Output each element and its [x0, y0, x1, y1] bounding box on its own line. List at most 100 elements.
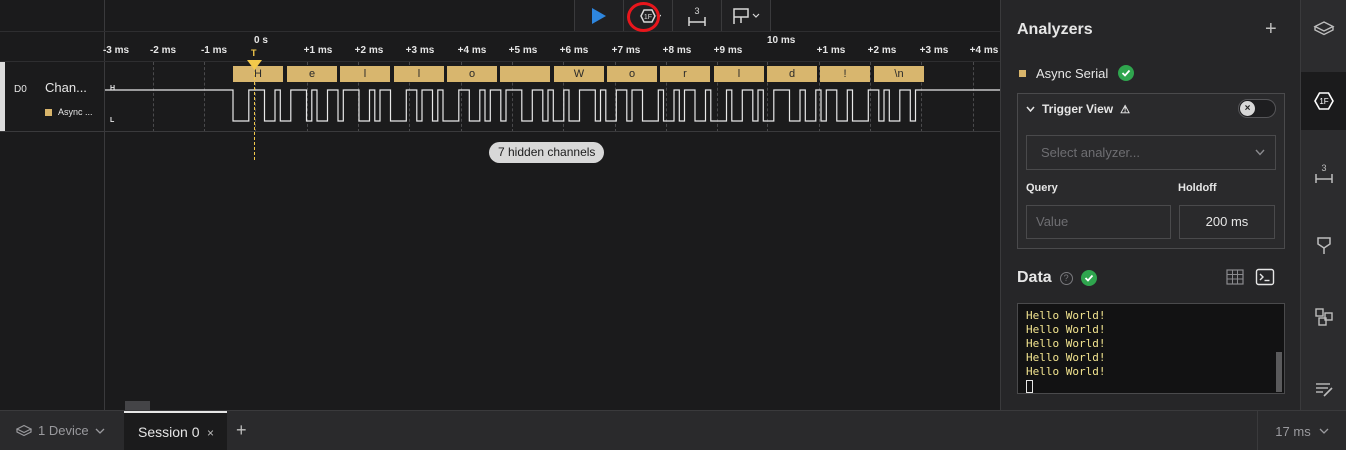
- rail-measurements-button[interactable]: 3: [1301, 144, 1346, 202]
- tick-label: +4 ms: [969, 45, 999, 56]
- time-ruler[interactable]: 0 s 10 ms -3 ms -2 ms -1 ms +1 ms +2 ms …: [0, 31, 1000, 62]
- measurement-icon: 3: [688, 6, 706, 26]
- terminal-line: Hello World!: [1026, 337, 1106, 350]
- trigger-view-toggle[interactable]: ×: [1238, 99, 1276, 118]
- measurement-icon: 3: [1315, 163, 1333, 183]
- analyzers-panel: Analyzers + Async Serial Trigger View ⚠ …: [1000, 0, 1300, 410]
- tick-label: +4 ms: [457, 45, 487, 56]
- tick-label: +9 ms: [713, 45, 743, 56]
- help-icon[interactable]: ?: [1059, 271, 1073, 285]
- measurement-badge: 3: [1321, 163, 1326, 173]
- terminal-view-icon[interactable]: [1255, 268, 1275, 286]
- channel-name[interactable]: Chan...: [45, 80, 87, 95]
- svg-text:1F: 1F: [1319, 97, 1328, 106]
- analyzer-select[interactable]: Select analyzer...: [1026, 135, 1276, 170]
- decoded-frame[interactable]: !: [820, 66, 870, 82]
- decoded-frame[interactable]: o: [447, 66, 497, 82]
- query-input[interactable]: Value: [1026, 205, 1171, 239]
- terminal-line: Hello World!: [1026, 323, 1106, 336]
- terminal-line: Hello World!: [1026, 365, 1106, 378]
- tick-label: +2 ms: [354, 45, 384, 56]
- analyzer-item[interactable]: Async Serial: [1019, 65, 1135, 81]
- channel-analyzer-tag: Async ...: [45, 107, 93, 117]
- tick-label: +7 ms: [611, 45, 641, 56]
- trigger-view-section: Trigger View ⚠ × Select analyzer... Quer…: [1017, 93, 1285, 249]
- decoded-frame[interactable]: l: [394, 66, 444, 82]
- data-view-switcher: [1225, 268, 1275, 286]
- chevron-down-icon: [1255, 136, 1265, 183]
- time-zero-label: 0 s: [254, 35, 268, 46]
- terminal-output[interactable]: Hello World! Hello World! Hello World! H…: [1017, 303, 1285, 394]
- warning-icon: ⚠: [1120, 103, 1131, 116]
- waveform-area[interactable]: 0 s 10 ms -3 ms -2 ms -1 ms +1 ms +2 ms …: [0, 0, 1000, 410]
- data-title: Data: [1017, 269, 1052, 286]
- zoom-selector[interactable]: 17 ms: [1257, 411, 1346, 450]
- analyzer-icon: 1F: [1314, 92, 1334, 110]
- terminal-cursor: [1026, 379, 1033, 393]
- data-section-header: Data ?: [1017, 269, 1097, 287]
- decoded-frame[interactable]: o: [607, 66, 657, 82]
- marker-dropdown-button[interactable]: [722, 0, 771, 31]
- tick-label: -1 ms: [200, 45, 228, 56]
- tick-label: +8 ms: [662, 45, 692, 56]
- add-analyzer-button[interactable]: +: [1265, 18, 1277, 41]
- chevron-down-icon: [1026, 106, 1035, 112]
- rail-extensions-button[interactable]: [1301, 288, 1346, 346]
- tick-label: +3 ms: [919, 45, 949, 56]
- terminal-line: Hello World!: [1026, 309, 1106, 322]
- notes-icon: [1316, 383, 1333, 397]
- chevron-down-icon: [95, 428, 105, 434]
- trigger-view-title: Trigger View: [1042, 102, 1114, 116]
- measurement-badge: 3: [694, 6, 699, 16]
- trigger-view-header[interactable]: Trigger View ⚠: [1026, 102, 1130, 116]
- channel-selected-accent: [0, 62, 5, 131]
- session-tab[interactable]: Session 0 ×: [124, 411, 227, 450]
- trigger-view-icon: 1F: [640, 8, 661, 23]
- status-bar: 1 Device Session 0 × + 17 ms: [0, 410, 1346, 450]
- start-capture-button[interactable]: [575, 0, 624, 31]
- query-label: Query: [1026, 182, 1058, 194]
- trigger-line: [254, 62, 255, 160]
- terminal-line: Hello World!: [1026, 351, 1106, 364]
- close-icon[interactable]: ×: [207, 426, 214, 440]
- decoded-frame[interactable]: W: [554, 66, 604, 82]
- channel-analyzer-label: Async ...: [58, 107, 93, 117]
- holdoff-input[interactable]: 200 ms: [1179, 205, 1275, 239]
- capture-toolbar: 1F 3: [574, 0, 771, 31]
- tick-label: -3 ms: [102, 45, 130, 56]
- terminal-scrollbar-thumb[interactable]: [1276, 352, 1282, 392]
- decoded-frame[interactable]: d: [767, 66, 817, 82]
- check-circle-icon: [1118, 65, 1135, 81]
- measurement-button[interactable]: 3: [673, 0, 722, 31]
- tick-label: +1 ms: [303, 45, 333, 56]
- panel-title: Analyzers: [1017, 21, 1093, 38]
- rail-markers-button[interactable]: [1301, 216, 1346, 274]
- analyzer-name: Async Serial: [1036, 65, 1109, 81]
- decoded-frame[interactable]: r: [660, 66, 710, 82]
- new-session-button[interactable]: +: [236, 420, 247, 441]
- device-selector[interactable]: 1 Device: [16, 423, 105, 438]
- tool-rail: 1F 3: [1300, 0, 1346, 410]
- tick-label: +3 ms: [405, 45, 435, 56]
- tick-label: +1 ms: [816, 45, 846, 56]
- trigger-view-button[interactable]: 1F: [624, 0, 673, 31]
- svg-text:1F: 1F: [644, 14, 652, 21]
- trigger-marker-label: T: [251, 48, 257, 58]
- decoded-frame[interactable]: \n: [874, 66, 924, 82]
- hidden-channels-button[interactable]: 7 hidden channels: [489, 142, 605, 163]
- analyzer-select-placeholder: Select analyzer...: [1041, 145, 1140, 160]
- rail-device-button[interactable]: [1301, 0, 1346, 58]
- decoded-frame[interactable]: [500, 66, 550, 82]
- decoded-frame[interactable]: l: [340, 66, 390, 82]
- table-view-icon[interactable]: [1225, 268, 1245, 286]
- device-icon: [1313, 21, 1335, 36]
- close-icon: ×: [1240, 101, 1255, 116]
- tick-label: -2 ms: [149, 45, 177, 56]
- decoded-frame[interactable]: l: [714, 66, 764, 82]
- tick-label: +6 ms: [559, 45, 589, 56]
- rail-analyzers-button[interactable]: 1F: [1301, 72, 1346, 130]
- analyzer-color-swatch: [45, 108, 52, 116]
- holdoff-label: Holdoff: [1178, 182, 1217, 194]
- horizontal-scrollbar-thumb[interactable]: [125, 401, 150, 410]
- decoded-frame[interactable]: e: [287, 66, 337, 82]
